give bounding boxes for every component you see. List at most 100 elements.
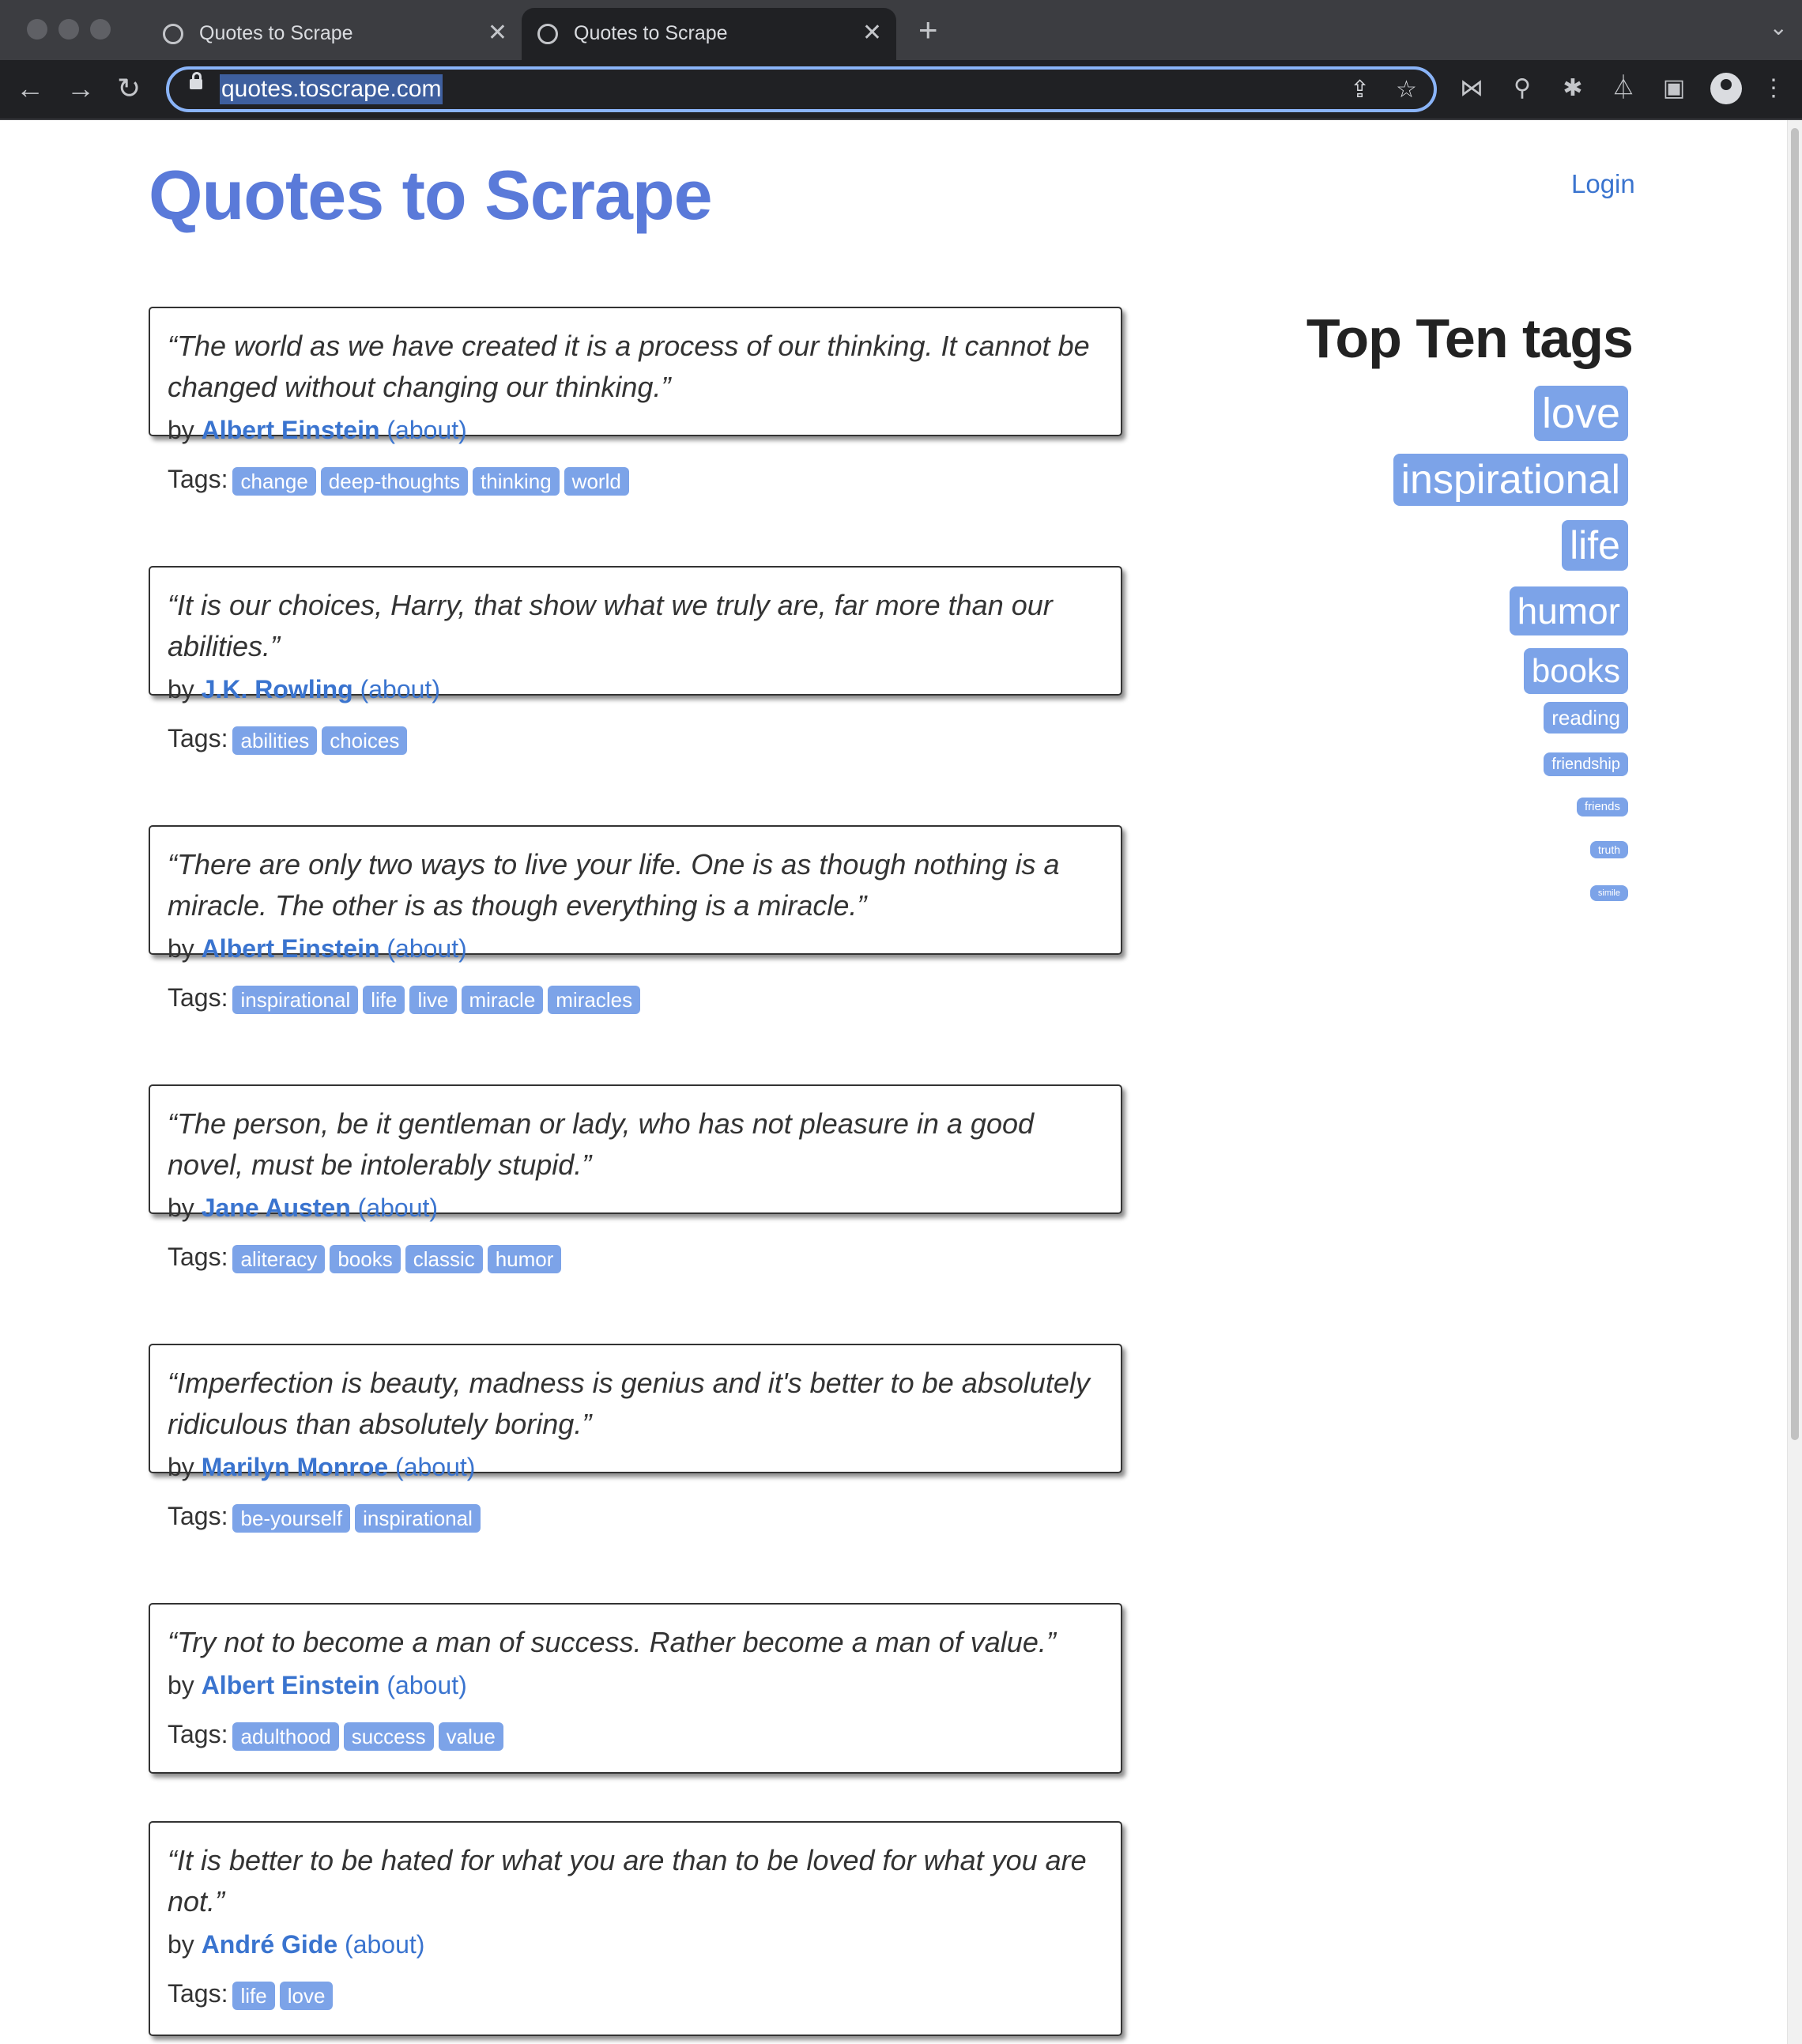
top-tag-friendship[interactable]: friendship (1544, 752, 1628, 776)
tag-link[interactable]: humor (487, 1244, 562, 1273)
quote-byline: by André Gide (about) (168, 1929, 1103, 1960)
tags-label: Tags: (168, 1243, 228, 1271)
tag-list: Tags: adulthood success value (168, 1718, 1103, 1751)
quote-card: “Try not to become a man of success. Rat… (149, 1603, 1122, 1774)
about-link[interactable]: (about) (395, 1453, 475, 1481)
tag-list: Tags: aliteracy books classic humor (168, 1241, 1103, 1273)
top-tag-humor[interactable]: humor (1509, 586, 1628, 635)
back-icon[interactable]: ← (16, 71, 44, 106)
page-content: Quotes to Scrape Login “The world as we … (0, 120, 1788, 2044)
tags-label: Tags: (168, 1720, 228, 1748)
forward-icon[interactable]: → (66, 71, 95, 106)
tab-strip: Quotes to Scrape ✕ Quotes to Scrape ✕ + … (0, 0, 1802, 60)
puzzle-icon[interactable]: ✱ (1560, 76, 1585, 101)
by-label: by (168, 675, 194, 703)
tab-quotes-active[interactable]: Quotes to Scrape ✕ (522, 8, 896, 60)
tag-list: Tags: inspirational life live miracle miracle… (168, 982, 1103, 1014)
by-label: by (168, 1453, 194, 1481)
top-tag-simile[interactable]: simile (1589, 885, 1628, 901)
star-icon[interactable]: ☆ (1396, 76, 1417, 104)
page-scrollbar[interactable] (1787, 120, 1802, 2044)
tag-link[interactable]: love (279, 1981, 334, 2010)
top-tag-inspirational[interactable]: inspirational (1393, 454, 1628, 506)
close-icon[interactable]: ✕ (488, 19, 507, 47)
quote-byline: by Marilyn Monroe (about) (168, 1451, 1103, 1483)
top-tags-heading: Top Ten tags (1306, 307, 1634, 369)
globe-icon (163, 24, 183, 44)
close-icon[interactable]: ✕ (862, 19, 882, 47)
about-link[interactable]: (about) (358, 1194, 438, 1222)
about-link[interactable]: (about) (386, 416, 466, 444)
search-extension-icon[interactable]: ⚲ (1510, 76, 1535, 101)
tag-link[interactable]: abilities (232, 726, 318, 755)
top-tag-life[interactable]: life (1562, 520, 1628, 571)
tag-link[interactable]: choices (322, 726, 408, 755)
author-name: Marilyn Monroe (201, 1453, 389, 1481)
tab-quotes-inactive[interactable]: Quotes to Scrape ✕ (147, 8, 522, 60)
tag-link[interactable]: miracle (461, 985, 544, 1014)
by-label: by (168, 416, 194, 444)
top-tag-reading[interactable]: reading (1544, 702, 1628, 734)
new-tab-button[interactable]: + (918, 13, 938, 47)
tag-link[interactable]: books (330, 1244, 401, 1273)
tag-link[interactable]: deep-thoughts (320, 466, 469, 496)
author-name: André Gide (201, 1930, 338, 1959)
tag-link[interactable]: life (232, 1981, 275, 2010)
by-label: by (168, 934, 194, 963)
quote-byline: by Jane Austen (about) (168, 1192, 1103, 1224)
tab-title: Quotes to Scrape (199, 22, 353, 44)
login-link[interactable]: Login (1571, 169, 1635, 199)
tag-link[interactable]: change (232, 466, 316, 496)
profile-icon[interactable] (1710, 73, 1742, 104)
tag-list: Tags: life love (168, 1978, 1103, 2010)
tag-link[interactable]: thinking (473, 466, 560, 496)
top-tag-books[interactable]: books (1523, 648, 1628, 694)
top-tag-friends[interactable]: friends (1576, 798, 1628, 816)
lock-icon[interactable] (190, 72, 202, 89)
site-title[interactable]: Quotes to Scrape (149, 155, 713, 236)
window-zoom-button[interactable] (90, 19, 111, 40)
tag-link[interactable]: miracles (548, 985, 641, 1014)
author-name: Albert Einstein (201, 1671, 380, 1699)
tag-link[interactable]: life (363, 985, 405, 1014)
tags-label: Tags: (168, 1979, 228, 2008)
about-link[interactable]: (about) (345, 1930, 424, 1959)
url-text[interactable]: quotes.toscrape.com (220, 74, 443, 104)
tag-link[interactable]: adulthood (232, 1722, 339, 1751)
tags-label: Tags: (168, 724, 228, 752)
by-label: by (168, 1671, 194, 1699)
top-tag-love[interactable]: love (1533, 386, 1628, 441)
tag-link[interactable]: inspirational (232, 985, 359, 1014)
top-tag-truth[interactable]: truth (1589, 841, 1628, 858)
tag-link[interactable]: inspirational (355, 1503, 481, 1533)
about-link[interactable]: (about) (360, 675, 440, 703)
window-close-button[interactable] (27, 19, 47, 40)
tag-link[interactable]: be-yourself (232, 1503, 351, 1533)
tag-link[interactable]: value (438, 1722, 503, 1751)
about-link[interactable]: (about) (386, 1671, 466, 1699)
about-link[interactable]: (about) (386, 934, 466, 963)
author-name: Albert Einstein (201, 416, 380, 444)
extension-icon[interactable]: ⋈ (1459, 76, 1484, 101)
tag-link[interactable]: classic (405, 1244, 483, 1273)
sidepanel-icon[interactable]: ▣ (1661, 76, 1687, 101)
reload-icon[interactable]: ↻ (117, 71, 141, 106)
lab-icon[interactable]: ⏃ (1611, 76, 1636, 101)
menu-icon[interactable]: ⋮ (1761, 76, 1786, 101)
quote-text: “Imperfection is beauty, madness is geni… (168, 1367, 1090, 1440)
share-icon[interactable]: ⇪ (1350, 76, 1370, 104)
scrollbar-thumb[interactable] (1791, 128, 1799, 1440)
tag-link[interactable]: aliteracy (232, 1244, 326, 1273)
tag-link[interactable]: success (343, 1722, 434, 1751)
window-minimize-button[interactable] (58, 19, 79, 40)
author-name: Jane Austen (201, 1194, 351, 1222)
tag-link[interactable]: live (409, 985, 457, 1014)
quote-card: “There are only two ways to live your li… (149, 825, 1122, 1014)
tag-link[interactable]: world (564, 466, 629, 496)
quote-byline: by Albert Einstein (about) (168, 933, 1103, 964)
globe-icon (537, 24, 558, 44)
tag-list: Tags: abilities choices (168, 722, 1103, 755)
address-bar[interactable]: quotes.toscrape.com ⇪ ☆ (166, 66, 1437, 112)
chevron-down-icon[interactable]: ⌄ (1770, 14, 1788, 40)
quote-card: “Imperfection is beauty, madness is geni… (149, 1344, 1122, 1533)
